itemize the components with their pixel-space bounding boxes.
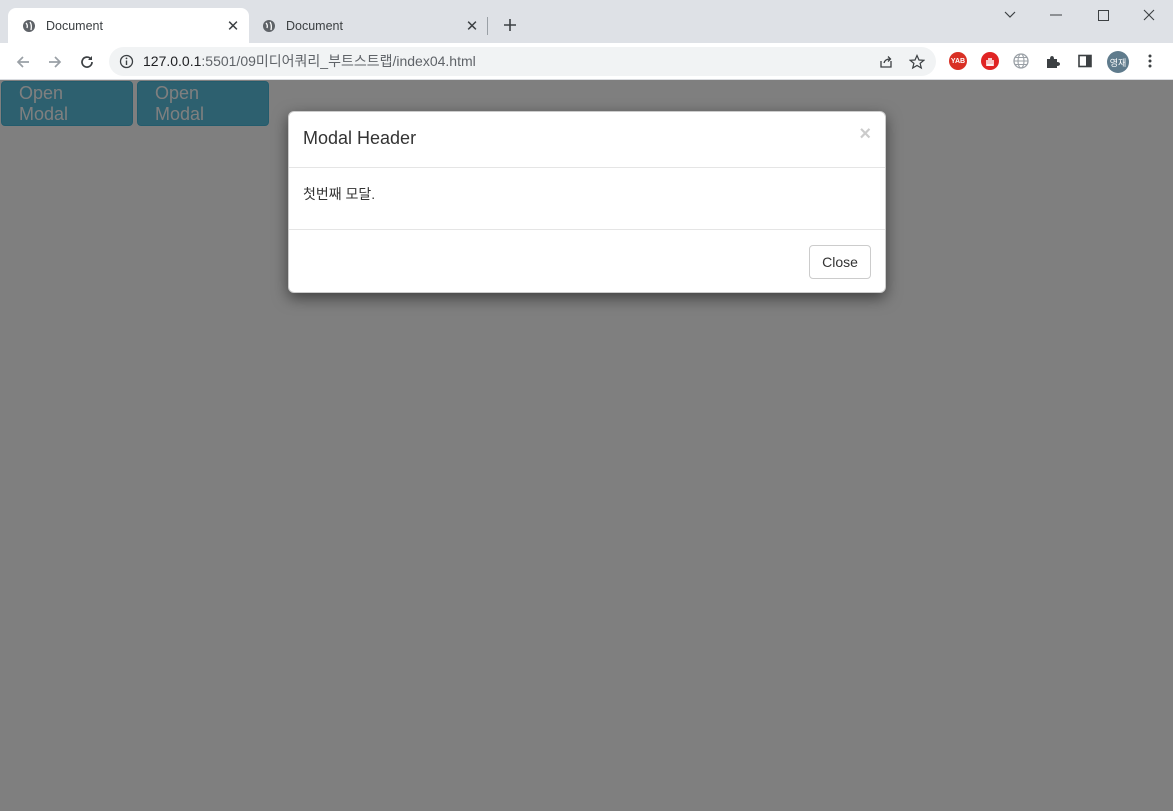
tab-document-active[interactable]: Document ✕ <box>8 8 249 43</box>
globe-icon <box>262 18 278 34</box>
tab-close-icon[interactable]: ✕ <box>225 18 241 35</box>
tab-search-chevron-down-icon[interactable] <box>987 4 1033 26</box>
tab-title: Document <box>286 18 343 33</box>
page-viewport: Open Modal Open Modal Modal Header × 첫번째… <box>0 80 1173 811</box>
browser-window: Document ✕ Document ✕ 127.0.0.1:5501/09미… <box>0 0 1173 811</box>
modal-body-text: 첫번째 모달. <box>303 186 376 202</box>
url-text: 127.0.0.1:5501/09미디어쿼리_부트스트랩/index04.htm… <box>143 47 476 76</box>
info-icon[interactable] <box>119 54 134 69</box>
url-path: :5501/09미디어쿼리_부트스트랩/index04.html <box>201 53 476 69</box>
forward-arrow-icon[interactable] <box>42 49 68 75</box>
reload-icon[interactable] <box>74 49 100 75</box>
side-panel-icon[interactable] <box>1075 51 1095 71</box>
new-tab-plus-icon[interactable] <box>499 14 521 36</box>
bookmark-star-icon[interactable] <box>907 52 927 72</box>
back-arrow-icon[interactable] <box>10 49 36 75</box>
adblock-stop-icon[interactable] <box>980 51 1000 71</box>
globe-icon <box>22 18 38 34</box>
tab-strip: Document ✕ Document ✕ <box>0 0 1173 43</box>
tab-title: Document <box>46 18 103 33</box>
modal-dialog: Modal Header × 첫번째 모달. Close <box>288 111 886 293</box>
tab-document[interactable]: Document ✕ <box>248 8 488 43</box>
yab-label: YAB <box>949 52 967 70</box>
url-host: 127.0.0.1 <box>143 53 202 69</box>
browser-toolbar: 127.0.0.1:5501/09미디어쿼리_부트스트랩/index04.htm… <box>0 43 1173 80</box>
modal-footer: Close <box>289 229 885 293</box>
yab-extension-icon[interactable]: YAB <box>948 51 968 71</box>
modal-header: Modal Header × <box>289 112 885 168</box>
menu-kebab-icon[interactable] <box>1140 51 1160 71</box>
tab-separator <box>487 17 488 35</box>
address-bar[interactable]: 127.0.0.1:5501/09미디어쿼리_부트스트랩/index04.htm… <box>109 47 936 76</box>
translate-globe-icon[interactable] <box>1011 51 1031 71</box>
window-close-icon[interactable] <box>1126 4 1172 26</box>
tab-close-icon[interactable]: ✕ <box>464 18 480 35</box>
maximize-icon[interactable] <box>1080 4 1126 26</box>
extensions-puzzle-icon[interactable] <box>1043 51 1063 71</box>
modal-title: Modal Header <box>303 128 417 148</box>
profile-avatar[interactable]: 영재 <box>1107 51 1129 73</box>
modal-close-icon[interactable]: × <box>859 124 871 144</box>
close-button[interactable]: Close <box>809 245 871 279</box>
minimize-icon[interactable] <box>1033 4 1079 26</box>
share-icon[interactable] <box>876 52 896 72</box>
